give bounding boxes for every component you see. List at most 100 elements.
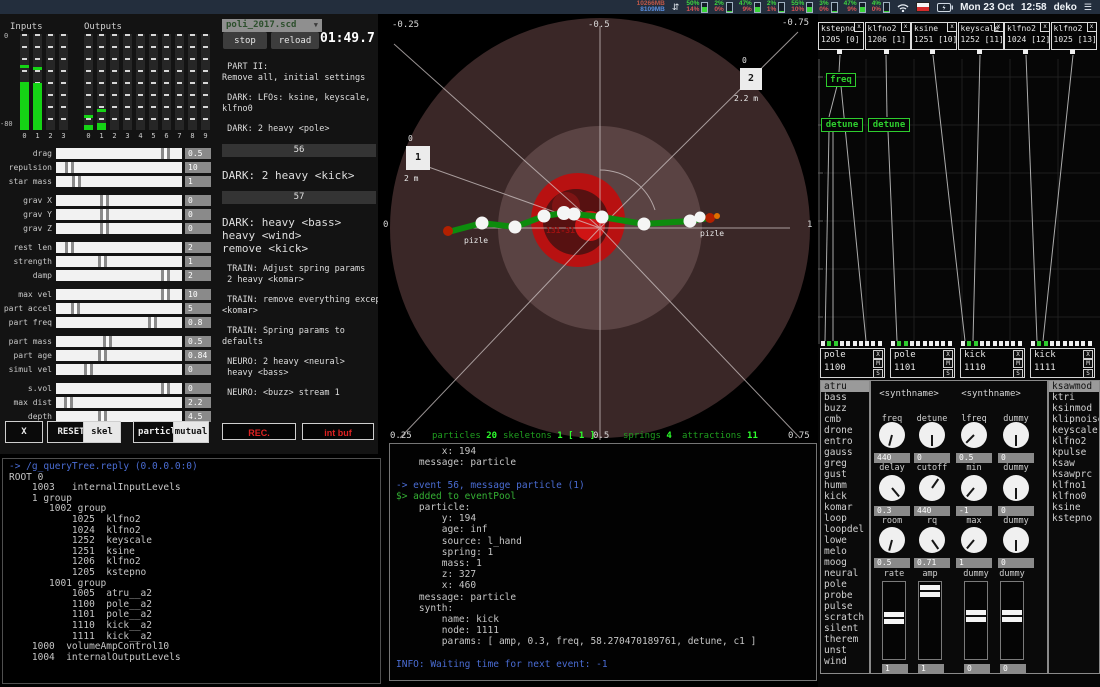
- synthdef-item-gust[interactable]: gust: [821, 469, 869, 480]
- fader-value[interactable]: 1: [882, 664, 908, 674]
- slider-handle[interactable]: [100, 209, 109, 220]
- knob-value[interactable]: 440: [874, 453, 910, 463]
- knob-room-2[interactable]: [879, 527, 905, 553]
- knob-lfreq-0[interactable]: [961, 422, 987, 448]
- lfo-node-klfno2-5[interactable]: klfno21025 [13]x: [1051, 22, 1097, 50]
- synthdef-item-loopdel[interactable]: loopdel: [821, 524, 869, 535]
- slider-track[interactable]: [56, 289, 182, 300]
- fader-handle[interactable]: [884, 612, 904, 624]
- slider-handle[interactable]: [64, 397, 73, 408]
- fader-handle[interactable]: [1002, 610, 1022, 622]
- slider-value[interactable]: 1: [185, 256, 211, 267]
- slider-track[interactable]: [56, 242, 182, 253]
- synthdef-item-scratch[interactable]: scratch: [821, 612, 869, 623]
- slider-value[interactable]: 0.5: [185, 336, 211, 347]
- slider-value[interactable]: 0.5: [185, 148, 211, 159]
- slider-track[interactable]: [56, 364, 182, 375]
- slider-track[interactable]: [56, 303, 182, 314]
- slider-track[interactable]: [56, 397, 182, 408]
- slider-track[interactable]: [56, 148, 182, 159]
- slider-track[interactable]: [56, 195, 182, 206]
- particle-visualization[interactable]: -0.25-0.5-0.75010.250.50.75102 m202.2 m1…: [378, 14, 818, 452]
- slider-value[interactable]: 5: [185, 303, 211, 314]
- synthdef-item-bass[interactable]: bass: [821, 392, 869, 403]
- knob-delay-1[interactable]: [879, 475, 905, 501]
- fader-handle[interactable]: [966, 610, 986, 622]
- button-x[interactable]: X: [5, 421, 43, 443]
- slider-value[interactable]: 0: [185, 223, 211, 234]
- button-skel[interactable]: skel: [83, 421, 121, 443]
- slider-value[interactable]: 0: [185, 195, 211, 206]
- file-dropdown[interactable]: ▼ poli_2017.scd: [222, 19, 322, 32]
- synth-node-kick-1111[interactable]: kick1111XMS: [1030, 348, 1095, 378]
- button-mutual[interactable]: mutual: [173, 421, 209, 443]
- close-icon[interactable]: x: [947, 23, 956, 32]
- synthdef-item-moog[interactable]: moog: [821, 557, 869, 568]
- param-tag-freq-0[interactable]: freq: [826, 73, 856, 87]
- knob-value[interactable]: 0: [998, 453, 1034, 463]
- fader-value[interactable]: 1: [918, 664, 944, 674]
- slider-track[interactable]: [56, 270, 182, 281]
- menubar-user[interactable]: deko: [1054, 2, 1077, 13]
- close-icon[interactable]: x: [1040, 23, 1049, 32]
- knob-cutoff-1[interactable]: [919, 475, 945, 501]
- slider-handle[interactable]: [65, 242, 74, 253]
- synthdef-item-atru[interactable]: atru: [821, 381, 869, 392]
- synthdef-item-therem[interactable]: therem: [821, 634, 869, 645]
- slider-handle[interactable]: [161, 270, 170, 281]
- synthdef-item-greg[interactable]: greg: [821, 458, 869, 469]
- x-button[interactable]: X: [1013, 350, 1023, 359]
- m-button[interactable]: M: [943, 359, 953, 368]
- lfo-node-klfno2-1[interactable]: klfno21206 [1]x: [865, 22, 911, 50]
- slider-value[interactable]: 0: [185, 383, 211, 394]
- knob-value[interactable]: 0.5: [874, 558, 910, 568]
- synthdef-list[interactable]: atrubassbuzzcmbdroneentrogaussgreggusthu…: [820, 380, 870, 674]
- knob-value[interactable]: 0: [998, 558, 1034, 568]
- s-button[interactable]: S: [873, 369, 883, 378]
- slider-handle[interactable]: [148, 317, 157, 328]
- knob-min-1[interactable]: [961, 475, 987, 501]
- knob-dummy-0[interactable]: [1003, 422, 1029, 448]
- lfo-item-ktri[interactable]: ktri: [1049, 392, 1099, 403]
- slider-handle[interactable]: [103, 336, 112, 347]
- slider-track[interactable]: [56, 176, 182, 187]
- lfo-item-ksawmod[interactable]: ksawmod: [1049, 381, 1099, 392]
- m-button[interactable]: M: [1083, 359, 1093, 368]
- knob-value[interactable]: 1: [956, 558, 992, 568]
- lfo-item-ksaw[interactable]: ksaw: [1049, 458, 1099, 469]
- fader-dummy-3[interactable]: [1000, 581, 1024, 660]
- slider-handle[interactable]: [161, 289, 170, 300]
- param-tag-detune-1[interactable]: detune: [821, 118, 863, 132]
- lfo-item-ksinmod[interactable]: ksinmod: [1049, 403, 1099, 414]
- slider-handle[interactable]: [65, 162, 74, 173]
- lfo-list[interactable]: ksawmodktriksinmodklipnoisekeyscaleklfno…: [1048, 380, 1100, 674]
- synthdef-item-pole[interactable]: pole: [821, 579, 869, 590]
- s-button[interactable]: S: [1013, 369, 1023, 378]
- fader-value[interactable]: 0: [1000, 664, 1026, 674]
- slider-track[interactable]: [56, 383, 182, 394]
- synthdef-item-silent[interactable]: silent: [821, 623, 869, 634]
- m-button[interactable]: M: [873, 359, 883, 368]
- slider-value[interactable]: 0.84: [185, 350, 211, 361]
- close-icon[interactable]: x: [994, 23, 1003, 32]
- synthdef-item-cmb[interactable]: cmb: [821, 414, 869, 425]
- synth-node-kick-1110[interactable]: kick1110XMS: [960, 348, 1025, 378]
- lfo-item-klfno0[interactable]: klfno0: [1049, 491, 1099, 502]
- lfo-item-klfno1[interactable]: klfno1: [1049, 480, 1099, 491]
- synthdef-item-komar[interactable]: komar: [821, 502, 869, 513]
- slider-value[interactable]: 2.2: [185, 397, 211, 408]
- record-button[interactable]: REC.: [222, 423, 296, 440]
- close-icon[interactable]: x: [854, 23, 863, 32]
- slider-value[interactable]: 1: [185, 176, 211, 187]
- close-icon[interactable]: x: [1087, 23, 1096, 32]
- synthdef-item-buzz[interactable]: buzz: [821, 403, 869, 414]
- lfo-node-klfno2-4[interactable]: klfno21024 [12]x: [1004, 22, 1050, 50]
- slider-handle[interactable]: [98, 256, 107, 267]
- fader-amp-1[interactable]: [918, 581, 942, 660]
- slider-handle[interactable]: [84, 364, 93, 375]
- slider-track[interactable]: [56, 162, 182, 173]
- hand-marker-2[interactable]: 2: [740, 68, 762, 90]
- param-tag-detune-2[interactable]: detune: [868, 118, 910, 132]
- lfo-item-kpulse[interactable]: kpulse: [1049, 447, 1099, 458]
- s-button[interactable]: S: [1083, 369, 1093, 378]
